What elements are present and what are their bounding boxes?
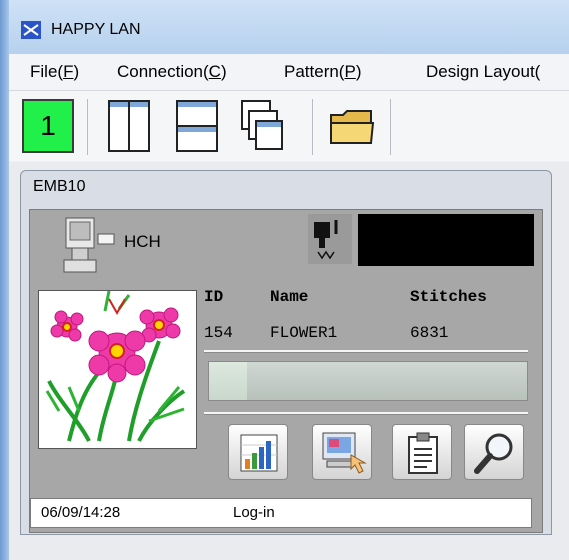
menu-pattern[interactable]: Pattern(P)	[284, 62, 362, 82]
status-display	[358, 214, 534, 266]
statistics-button[interactable]	[228, 424, 288, 480]
cascade-windows-icon[interactable]	[240, 99, 284, 153]
menu-file[interactable]: File(F)	[30, 62, 79, 82]
app-icon	[21, 21, 41, 39]
column-header-name: Name	[270, 288, 309, 306]
toolbar-separator	[390, 99, 391, 155]
machine-panel[interactable]: EMB10 HCH ID Name Stitches 154 FLOWER1 6…	[20, 170, 552, 535]
menu-connection[interactable]: Connection(C)	[117, 62, 227, 82]
machine-type-label: HCH	[124, 232, 161, 251]
embroidery-machine-icon	[63, 217, 115, 273]
sewing-progress-fill	[209, 362, 248, 400]
window-left-edge	[0, 0, 9, 560]
title-bar: HAPPY LAN	[9, 0, 569, 54]
divider	[204, 350, 528, 353]
pattern-id-value: 154	[204, 324, 233, 342]
split-horizontal-icon[interactable]	[175, 99, 219, 153]
flower-pattern-image	[45, 290, 186, 442]
status-timestamp: 06/09/14:28	[41, 504, 121, 521]
panel-title: EMB10	[33, 178, 86, 195]
divider	[204, 412, 528, 415]
panel-body: HCH ID Name Stitches 154 FLOWER1 6831 06…	[29, 209, 543, 533]
menu-design-layout[interactable]: Design Layout(	[426, 62, 540, 82]
open-folder-icon[interactable]	[327, 99, 377, 153]
toolbar-separator	[312, 99, 313, 155]
clipboard-button[interactable]	[392, 424, 452, 480]
split-vertical-icon[interactable]	[107, 99, 151, 153]
app-title: HAPPY LAN	[51, 21, 141, 38]
monitor-hand-icon	[322, 432, 367, 474]
search-button[interactable]	[464, 424, 524, 480]
remote-operation-button[interactable]	[312, 424, 372, 480]
pattern-stitches-value: 6831	[410, 324, 449, 342]
app-window: HAPPY LAN File(F) Connection(C) Pattern(…	[0, 0, 569, 560]
menu-bar: File(F) Connection(C) Pattern(P) Design …	[9, 54, 569, 91]
status-state: Log-in	[233, 504, 275, 521]
column-header-id: ID	[204, 288, 224, 306]
status-bar: 06/09/14:28 Log-in	[30, 498, 532, 528]
toolbar-separator	[87, 99, 88, 155]
column-header-stitches: Stitches	[410, 288, 487, 306]
magnifier-icon	[474, 433, 513, 474]
clipboard-icon	[408, 432, 438, 474]
toolbar: 1	[9, 91, 569, 161]
pattern-thumbnail[interactable]	[38, 290, 197, 449]
machine-number-button[interactable]: 1	[22, 99, 74, 153]
pattern-name-value: FLOWER1	[270, 324, 338, 342]
sewing-progress-bar	[208, 361, 528, 401]
needle-status-icon	[308, 214, 352, 264]
bar-chart-icon	[240, 434, 278, 472]
